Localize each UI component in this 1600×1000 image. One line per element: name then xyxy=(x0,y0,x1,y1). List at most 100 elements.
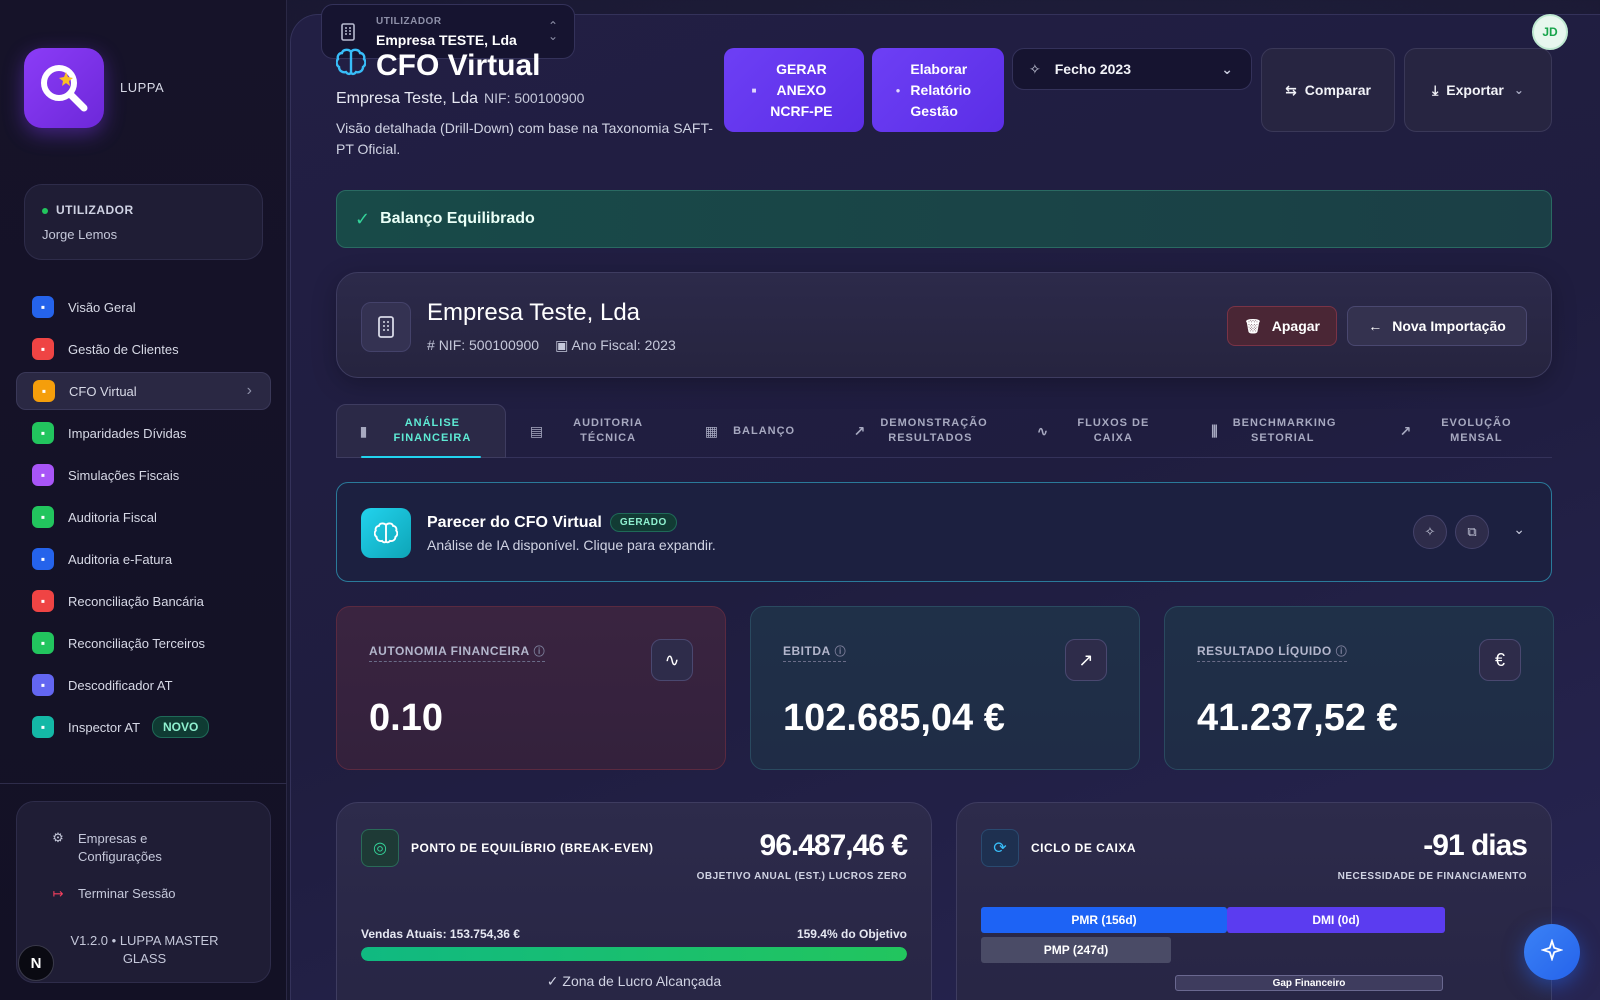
calendar-icon: ▣ xyxy=(555,337,572,353)
regenerate-button[interactable]: ✧ xyxy=(1413,515,1447,549)
swap-icon: ▪ xyxy=(32,590,54,612)
sidebar-item-label: Visão Geral xyxy=(68,299,136,315)
sidebar-item-label: Auditoria Fiscal xyxy=(68,509,157,525)
tab-label: BALANÇO xyxy=(733,424,796,437)
sidebar: LUPPA UTILIZADOR Jorge Lemos ▪ Visão Gera… xyxy=(0,0,287,1000)
hash-icon: # xyxy=(427,337,439,353)
trend-up-icon: ↗ xyxy=(853,422,867,439)
sidebar-item-1[interactable]: ▪ Gestão de Clientes xyxy=(16,330,271,368)
kpi-label: RESULTADO LÍQUIDO ⓘ xyxy=(1197,643,1348,662)
gap-segment: Gap Financeiro xyxy=(1175,975,1443,991)
break-even-progress xyxy=(361,947,907,961)
sidebar-item-6[interactable]: ▪ Auditoria e-Fatura xyxy=(16,540,271,578)
sidebar-item-3[interactable]: ▪ Imparidades Dívidas xyxy=(16,414,271,452)
page-title: CFO Virtual xyxy=(335,48,541,84)
copy-icon: ⧉ xyxy=(1467,524,1477,539)
settings-label: Empresas e Configurações xyxy=(78,831,162,864)
receipt-icon: ▪ xyxy=(32,548,54,570)
logout-link[interactable]: ↦ Terminar Sessão xyxy=(50,886,176,902)
period-value: Fecho 2023 xyxy=(1054,61,1131,77)
sidebar-item-2[interactable]: ▪ CFO Virtual › xyxy=(16,372,271,410)
generate-annex-label: GERAR ANEXO NCRF-PE xyxy=(770,60,833,119)
cfo-opinion-card[interactable]: Parecer do CFO Virtual GERADO Análise de… xyxy=(336,482,1552,582)
tab-4[interactable]: ∿ FLUXOS DE CAIXA xyxy=(1032,404,1168,458)
help-icon[interactable]: ⓘ xyxy=(835,646,847,658)
help-icon[interactable]: ⓘ xyxy=(1336,646,1348,658)
generate-annex-button[interactable]: ■ GERAR ANEXO NCRF-PE xyxy=(724,48,864,132)
app-logo[interactable] xyxy=(24,48,104,128)
arrow-left-icon: ← xyxy=(1368,318,1383,334)
sidebar-item-7[interactable]: ▪ Reconciliação Bancária xyxy=(16,582,271,620)
sidebar-item-label: Imparidades Dívidas xyxy=(68,425,187,441)
new-import-label: Nova Importação xyxy=(1392,318,1506,334)
document-icon: ▪ xyxy=(32,506,54,528)
tab-3[interactable]: ↗ DEMONSTRAÇÃO RESULTADOS xyxy=(822,404,1012,458)
sidebar-item-9[interactable]: ▪ Descodificador AT xyxy=(16,666,271,704)
cash-cycle-panel: ⟳ CICLO DE CAIXA -91 dias NECESSIDADE DE… xyxy=(956,802,1552,1000)
euro-icon: € xyxy=(1479,639,1521,681)
sparkle-icon: ✧ xyxy=(1029,60,1041,77)
header-description: Visão detalhada (Drill-Down) com base na… xyxy=(336,120,713,157)
balance-alert-text: Balanço Equilibrado xyxy=(380,210,535,227)
sidebar-item-5[interactable]: ▪ Auditoria Fiscal xyxy=(16,498,271,536)
user-avatar[interactable]: JD xyxy=(1532,14,1568,50)
help-icon[interactable]: ⓘ xyxy=(534,646,546,658)
version-label: V1.2.0 • LUPPA MASTER GLASS xyxy=(70,933,219,966)
company-nif: NIF: 500100900 xyxy=(438,337,540,353)
expand-chevron-icon[interactable]: ⌄ xyxy=(1513,521,1525,538)
chevron-down-icon: ⌄ xyxy=(1221,60,1233,77)
sidebar-item-label: Inspector AT xyxy=(68,719,141,735)
sidebar-nav: ▪ Visão Geral ▪ Gestão de Clientes ▪ CFO Virt… xyxy=(16,288,271,750)
copy-button[interactable]: ⧉ xyxy=(1455,515,1489,549)
analysis-tabs: ▮ ANÁLISE FINANCEIRA ▤ AUDITORIA TÉCNICA ▦ BA… xyxy=(336,404,1552,458)
pulse-icon: ∿ xyxy=(651,639,693,681)
chevron-updown-icon: ⌃ ⌄ xyxy=(547,19,558,43)
tab-6[interactable]: ↗ EVOLUÇÃO MENSAL xyxy=(1378,404,1548,458)
tab-5[interactable]: ⫼ BENCHMARKING SETORIAL xyxy=(1182,404,1362,458)
export-button[interactable]: ⤓ Exportar ⌄ xyxy=(1404,48,1552,132)
cfo-opinion-title: Parecer do CFO Virtual GERADO xyxy=(427,513,677,532)
swap-icon: ⇆ xyxy=(1285,81,1297,98)
tab-2[interactable]: ▦ BALANÇO xyxy=(690,404,810,458)
compare-button[interactable]: ⇆ Comparar xyxy=(1261,48,1395,132)
building-icon: ▦ xyxy=(704,422,720,439)
logout-label: Terminar Sessão xyxy=(78,886,176,901)
new-import-button[interactable]: ← Nova Importação xyxy=(1347,306,1527,346)
user-card[interactable]: UTILIZADOR Jorge Lemos xyxy=(24,184,263,260)
management-report-button[interactable]: ● Elaborar Relatório Gestão xyxy=(872,48,1004,132)
logout-icon: ↦ xyxy=(52,886,64,901)
kpi-card: RESULTADO LÍQUIDO ⓘ €41.237,52 € xyxy=(1164,606,1554,770)
brain-icon: ▪ xyxy=(33,380,55,402)
settings-card: ⚙ Empresas e Configurações ↦ Terminar Se… xyxy=(16,801,271,983)
company-meta: # NIF: 500100900 ▣ Ano Fiscal: 2023 xyxy=(427,337,676,354)
tab-0[interactable]: ▮ ANÁLISE FINANCEIRA xyxy=(336,404,506,458)
page-title-text: CFO Virtual xyxy=(376,49,541,82)
break-even-value: 96.487,46 € xyxy=(759,829,908,862)
sidebar-item-0[interactable]: ▪ Visão Geral xyxy=(16,288,271,326)
profit-zone: ✓ Zona de Lucro Alcançada xyxy=(337,973,931,990)
target-icon: ◎ xyxy=(361,829,399,867)
header-company-name: Empresa Teste, Lda xyxy=(336,90,479,107)
check-circle-icon: ✓ xyxy=(355,208,371,229)
compare-label: Comparar xyxy=(1304,82,1371,98)
tab-1[interactable]: ▤ AUDITORIA TÉCNICA xyxy=(514,404,674,458)
dev-bubble[interactable]: N xyxy=(18,945,54,981)
delete-button[interactable]: 🗑 Apagar xyxy=(1227,306,1337,346)
kpi-label: AUTONOMIA FINANCEIRA ⓘ xyxy=(369,643,546,662)
sidebar-item-8[interactable]: ▪ Reconciliação Terceiros xyxy=(16,624,271,662)
sidebar-item-10[interactable]: ▪ Inspector AT NOVO xyxy=(16,708,271,746)
chevron-right-icon: › xyxy=(246,382,252,399)
header-company: Empresa Teste, Lda NIF: 500100900 xyxy=(336,90,584,108)
sidebar-item-label: Descodificador AT xyxy=(68,677,173,693)
kpi-label-text: AUTONOMIA FINANCEIRA xyxy=(369,644,530,658)
sidebar-item-4[interactable]: ▪ Simulações Fiscais xyxy=(16,456,271,494)
tab-label: ANÁLISE FINANCEIRA xyxy=(393,417,472,444)
period-select[interactable]: ✧ Fecho 2023 ⌄ xyxy=(1012,48,1252,90)
settings-link[interactable]: ⚙ Empresas e Configurações xyxy=(50,830,188,866)
user-name: Jorge Lemos xyxy=(42,227,118,242)
grid-icon: ▪ xyxy=(32,296,54,318)
kpi-label: EBITDA ⓘ xyxy=(783,643,847,662)
pmr-segment: PMR (156d) xyxy=(981,907,1227,933)
ai-assistant-button[interactable] xyxy=(1524,924,1580,980)
tab-label: EVOLUÇÃO MENSAL xyxy=(1441,417,1512,444)
